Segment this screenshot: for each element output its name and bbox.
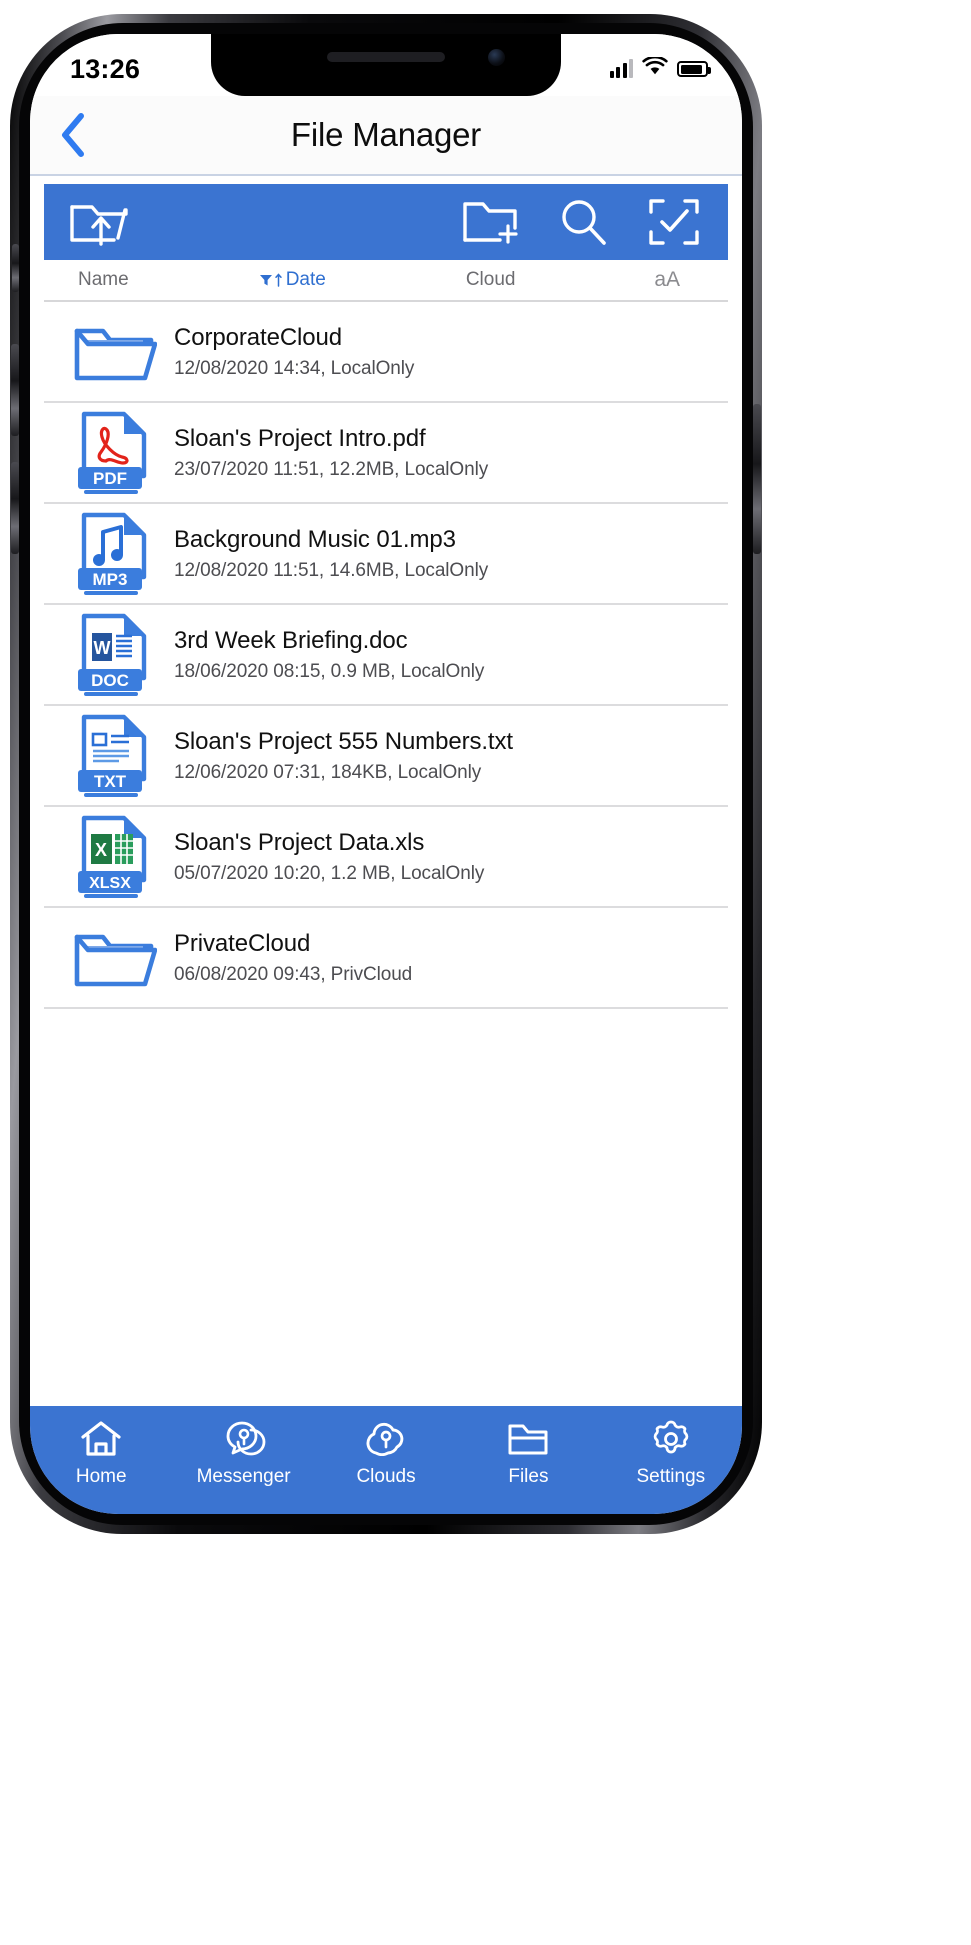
new-folder-icon [463, 202, 518, 244]
file-list[interactable]: CorporateCloud 12/08/2020 14:34, LocalOn… [44, 302, 728, 1406]
table-row[interactable]: CorporateCloud 12/08/2020 14:34, LocalOn… [44, 302, 728, 403]
battery-icon [677, 61, 711, 77]
home-icon [80, 1418, 122, 1460]
tab-settings[interactable]: Settings [600, 1418, 742, 1488]
file-badge: DOC [91, 671, 129, 690]
file-info: Sloan's Project 555 Numbers.txt 12/06/20… [174, 728, 513, 784]
notch [211, 34, 561, 96]
file-name: Sloan's Project Data.xls [174, 828, 425, 856]
tab-files[interactable]: Files [457, 1418, 599, 1488]
table-row[interactable]: PDF Sloan's Project Intro.pdf 23/07/2020… [44, 403, 728, 504]
file-badge: TXT [94, 772, 127, 791]
volume-down-button[interactable] [11, 462, 19, 554]
file-info: Sloan's Project Intro.pdf 23/07/2020 11:… [174, 425, 488, 481]
phone-screen: 13:26 File Manager Name Date Cloud aA Co… [30, 34, 742, 1514]
file-badge: PDF [93, 469, 127, 488]
file-badge: XLSX [89, 875, 131, 892]
file-badge: MP3 [93, 570, 128, 589]
bottom-tab-bar: Home Messenger Clouds Files Settings [30, 1406, 742, 1514]
folder-upload-icon [70, 205, 128, 246]
file-info: PrivateCloud 06/08/2020 09:43, PrivCloud [174, 930, 412, 986]
folder-upload-button[interactable] [44, 197, 130, 247]
file-meta: 12/08/2020 14:34, LocalOnly [174, 357, 415, 379]
search-button[interactable] [558, 197, 608, 247]
tab-label: Clouds [356, 1466, 416, 1487]
column-header-date[interactable]: Date [259, 269, 326, 291]
column-headers: Name Date Cloud aA [44, 260, 728, 302]
txt-file-icon: TXT [66, 714, 162, 798]
file-name: PrivateCloud [174, 929, 311, 957]
screenshot-scene: 13:26 File Manager Name Date Cloud aA Co… [0, 0, 971, 1945]
file-name: Sloan's Project 555 Numbers.txt [174, 727, 513, 755]
tab-label: Settings [636, 1466, 706, 1487]
tab-messenger[interactable]: Messenger [172, 1418, 314, 1488]
status-indicators [609, 55, 711, 81]
tab-clouds[interactable]: Clouds [315, 1418, 457, 1488]
table-row[interactable]: X XLSX Sloan's Project Data.xls 05/07/20… [44, 807, 728, 908]
phone-device: 13:26 File Manager Name Date Cloud aA Co… [10, 14, 762, 1534]
file-meta: 23/07/2020 11:51, 12.2MB, LocalOnly [174, 458, 489, 480]
column-header-name[interactable]: Name [78, 269, 129, 291]
tab-label: Home [75, 1466, 127, 1487]
tab-label: Messenger [196, 1466, 291, 1487]
table-row[interactable]: W DOC 3rd Week Briefing.doc 18/06/2020 0… [44, 605, 728, 706]
folder-icon [66, 916, 162, 1000]
table-row[interactable]: TXT Sloan's Project 555 Numbers.txt 12/0… [44, 706, 728, 807]
mp3-file-icon: MP3 [66, 512, 162, 596]
file-info: 3rd Week Briefing.doc 18/06/2020 08:15, … [174, 627, 484, 683]
volume-up-button[interactable] [11, 344, 19, 436]
file-meta: 06/08/2020 09:43, PrivCloud [174, 963, 413, 985]
file-name: CorporateCloud [174, 323, 343, 351]
search-icon [562, 200, 606, 245]
file-meta: 05/07/2020 10:20, 1.2 MB, LocalOnly [174, 862, 485, 884]
column-header-date-label: Date [285, 269, 326, 290]
file-name: Background Music 01.mp3 [174, 525, 456, 553]
tab-home[interactable]: Home [30, 1418, 172, 1488]
file-name: 3rd Week Briefing.doc [174, 626, 408, 654]
folder-icon [506, 1418, 550, 1460]
navbar-separator [30, 174, 742, 176]
svg-text:X: X [95, 840, 107, 860]
select-all-icon [649, 199, 699, 245]
page-title: File Manager [290, 116, 482, 153]
earpiece-speaker [327, 52, 445, 62]
front-camera [488, 49, 505, 66]
table-row[interactable]: PrivateCloud 06/08/2020 09:43, PrivCloud [44, 908, 728, 1009]
pdf-file-icon: PDF [66, 411, 162, 495]
text-size-icon[interactable]: aA [654, 268, 680, 292]
file-info: Background Music 01.mp3 12/08/2020 11:51… [174, 526, 488, 582]
sort-ascending-icon [274, 273, 282, 287]
status-time: 13:26 [70, 53, 141, 84]
cloud-key-icon [363, 1418, 409, 1460]
column-header-cloud[interactable]: Cloud [466, 269, 516, 291]
file-meta: 12/06/2020 07:31, 184KB, LocalOnly [174, 761, 482, 783]
messenger-icon [222, 1418, 266, 1460]
folder-icon [66, 310, 162, 394]
tab-label: Files [508, 1466, 549, 1487]
action-toolbar [44, 184, 728, 260]
gear-icon [650, 1418, 692, 1460]
new-folder-button[interactable] [462, 198, 518, 246]
select-all-button[interactable] [648, 197, 700, 247]
doc-file-icon: W DOC [66, 613, 162, 697]
power-button[interactable] [753, 404, 761, 554]
file-meta: 12/08/2020 11:51, 14.6MB, LocalOnly [174, 559, 489, 581]
table-row[interactable]: MP3 Background Music 01.mp3 12/08/2020 1… [44, 504, 728, 605]
xlsx-file-icon: X XLSX [66, 815, 162, 899]
file-meta: 18/06/2020 08:15, 0.9 MB, LocalOnly [174, 660, 485, 682]
file-info: CorporateCloud 12/08/2020 14:34, LocalOn… [174, 324, 414, 380]
file-info: Sloan's Project Data.xls 05/07/2020 10:2… [174, 829, 484, 885]
sort-filter-icon [259, 273, 282, 287]
cellular-signal-icon [609, 59, 633, 78]
svg-text:W: W [94, 638, 111, 658]
silent-switch[interactable] [12, 244, 19, 292]
wifi-icon [642, 55, 668, 81]
file-name: Sloan's Project Intro.pdf [174, 424, 426, 452]
toolbar-actions [462, 197, 728, 247]
navigation-bar: File Manager [30, 96, 742, 174]
